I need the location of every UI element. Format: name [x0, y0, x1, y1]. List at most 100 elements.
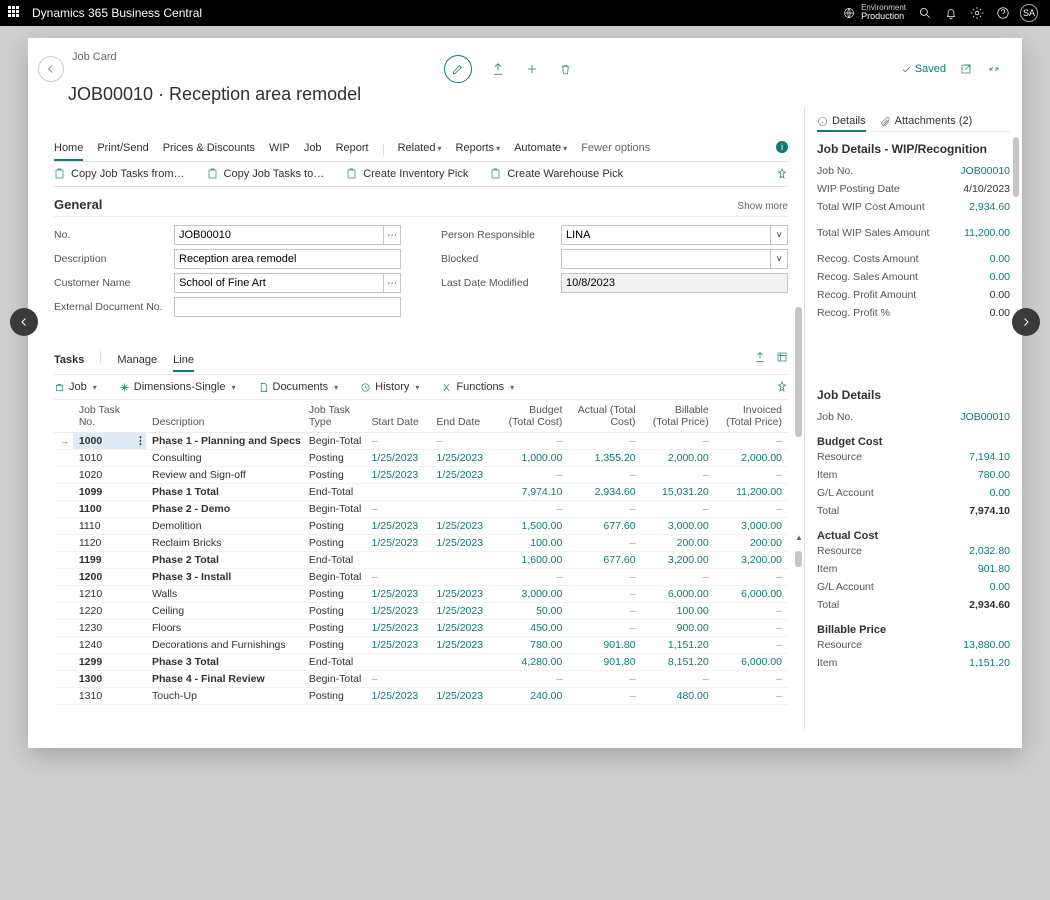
kv-row[interactable]: G/L Account0.00: [817, 484, 1010, 502]
col-header[interactable]: Start Date: [366, 400, 431, 433]
table-row[interactable]: 1100Phase 2 - DemoBegin-Total–––––: [54, 501, 788, 518]
tab-automate[interactable]: Automate▾: [514, 139, 567, 159]
col-header[interactable]: Job Task Type: [303, 400, 366, 433]
edit-button[interactable]: [444, 55, 472, 83]
kv-row[interactable]: Item901.80: [817, 560, 1010, 578]
action-create-warehouse-pick[interactable]: Create Warehouse Pick: [490, 168, 623, 180]
kv-row[interactable]: Recog. Sales Amount0.00: [817, 268, 1010, 286]
environment-badge[interactable]: EnvironmentProduction: [843, 4, 906, 22]
tab-related[interactable]: Related▾: [398, 139, 442, 159]
col-header[interactable]: End Date: [430, 400, 495, 433]
table-row[interactable]: 1299Phase 3 TotalEnd-Total4,280.00901.80…: [54, 654, 788, 671]
open-new-window-icon[interactable]: [958, 61, 974, 77]
tab-wip[interactable]: WIP: [269, 139, 290, 159]
collapse-icon[interactable]: [986, 61, 1002, 77]
info-badge[interactable]: i: [776, 141, 788, 153]
tab-print-send[interactable]: Print/Send: [97, 139, 148, 159]
table-row[interactable]: 1210WallsPosting1/25/20231/25/20233,000.…: [54, 586, 788, 603]
col-header[interactable]: Job Task No.: [73, 400, 129, 433]
app-launcher-icon[interactable]: [8, 6, 22, 20]
tab-prices-discounts[interactable]: Prices & Discounts: [163, 139, 255, 159]
grid-scrollbar[interactable]: ▲▼: [795, 543, 802, 729]
tasks-grid[interactable]: Job Task No. DescriptionJob Task TypeStar…: [54, 400, 788, 705]
pin-icon[interactable]: [776, 168, 788, 183]
no-lookup-button[interactable]: ⋯: [384, 225, 401, 245]
customer-lookup-button[interactable]: ⋯: [384, 273, 401, 293]
user-avatar[interactable]: SA: [1016, 0, 1042, 26]
help-icon[interactable]: [990, 0, 1016, 26]
tool-history[interactable]: History▾: [360, 381, 419, 393]
kv-row[interactable]: Resource2,032.80: [817, 542, 1010, 560]
kv-row[interactable]: Resource7,194.10: [817, 448, 1010, 466]
table-row[interactable]: 1310Touch-UpPosting1/25/20231/25/2023240…: [54, 688, 788, 705]
details-tab[interactable]: Details: [817, 115, 866, 132]
share-lines-icon[interactable]: [754, 351, 766, 366]
col-header[interactable]: Budget (Total Cost): [495, 400, 568, 433]
line-tab[interactable]: Line: [173, 354, 194, 372]
kv-row[interactable]: Item780.00: [817, 466, 1010, 484]
next-record-button[interactable]: [1012, 308, 1040, 336]
delete-icon[interactable]: [558, 61, 574, 77]
general-section-header[interactable]: General Show more: [54, 187, 788, 217]
attachments-tab[interactable]: Attachments (2): [880, 115, 973, 127]
person-dropdown-button[interactable]: ˅: [771, 225, 788, 245]
jobno-link[interactable]: JOB00010: [960, 411, 1010, 423]
kv-row[interactable]: Item1,151.20: [817, 654, 1010, 672]
prev-record-button[interactable]: [10, 308, 38, 336]
tab-report[interactable]: Report: [336, 139, 369, 159]
col-header[interactable]: Description: [146, 400, 303, 433]
table-row[interactable]: 1199Phase 2 TotalEnd-Total1,600.00677.60…: [54, 552, 788, 569]
share-icon[interactable]: [490, 61, 506, 77]
notifications-icon[interactable]: [938, 0, 964, 26]
table-row[interactable]: 1220CeilingPosting1/25/20231/25/202350.0…: [54, 603, 788, 620]
tool-job[interactable]: Job▾: [54, 381, 97, 393]
settings-icon[interactable]: [964, 0, 990, 26]
action-copy-job-tasks-from[interactable]: Copy Job Tasks from…: [54, 168, 185, 180]
kv-row[interactable]: Total WIP Sales Amount11,200.00: [817, 224, 1010, 242]
blocked-input[interactable]: [561, 249, 771, 269]
show-more-link[interactable]: Show more: [737, 201, 788, 212]
table-row[interactable]: 1000⋮Phase 1 - Planning and SpecsBegin-T…: [54, 433, 788, 450]
kv-row[interactable]: Recog. Costs Amount0.00: [817, 250, 1010, 268]
new-icon[interactable]: [524, 61, 540, 77]
table-row[interactable]: 1300Phase 4 - Final ReviewBegin-Total–––…: [54, 671, 788, 688]
customer-input[interactable]: [174, 273, 384, 293]
col-header[interactable]: Actual (Total Cost): [568, 400, 641, 433]
no-input[interactable]: [174, 225, 384, 245]
back-button[interactable]: [38, 56, 64, 82]
table-row[interactable]: 1120Reclaim BricksPosting1/25/20231/25/2…: [54, 535, 788, 552]
tool-functions[interactable]: Functions▾: [441, 381, 514, 393]
tab-job[interactable]: Job: [304, 139, 322, 159]
table-row[interactable]: 1010ConsultingPosting1/25/20231/25/20231…: [54, 450, 788, 467]
extdoc-input[interactable]: [174, 297, 401, 317]
kv-row[interactable]: Total WIP Cost Amount2,934.60: [817, 198, 1010, 216]
table-row[interactable]: 1200Phase 3 - InstallBegin-Total–––––: [54, 569, 788, 586]
tool-documents[interactable]: Documents▾: [258, 381, 339, 393]
tab-reports[interactable]: Reports▾: [456, 139, 501, 159]
maximize-lines-icon[interactable]: [776, 351, 788, 366]
col-header[interactable]: Billable (Total Price): [642, 400, 715, 433]
manage-tab[interactable]: Manage: [117, 354, 157, 370]
table-row[interactable]: 1110DemolitionPosting1/25/20231/25/20231…: [54, 518, 788, 535]
search-icon[interactable]: [912, 0, 938, 26]
action-copy-job-tasks-to[interactable]: Copy Job Tasks to…: [207, 168, 325, 180]
action-create-inventory-pick[interactable]: Create Inventory Pick: [346, 168, 468, 180]
kv-row[interactable]: Job No.JOB00010: [817, 162, 1010, 180]
tool-dimensions-single[interactable]: Dimensions-Single▾: [119, 381, 236, 393]
table-row[interactable]: 1099Phase 1 TotalEnd-Total7,974.102,934.…: [54, 484, 788, 501]
blocked-dropdown-button[interactable]: ˅: [771, 249, 788, 269]
tab-home[interactable]: Home: [54, 139, 83, 161]
kv-row[interactable]: Resource13,880.00: [817, 636, 1010, 654]
table-row[interactable]: 1020Review and Sign-offPosting1/25/20231…: [54, 467, 788, 484]
fewer-options-link[interactable]: Fewer options: [581, 139, 650, 159]
main-scrollbar[interactable]: [795, 307, 802, 487]
app-topbar: Dynamics 365 Business Central Environmen…: [0, 0, 1050, 26]
person-input[interactable]: [561, 225, 771, 245]
factbox-scrollbar[interactable]: [1013, 137, 1019, 197]
lines-pin-icon[interactable]: [776, 381, 788, 396]
kv-row[interactable]: G/L Account0.00: [817, 578, 1010, 596]
table-row[interactable]: 1230FloorsPosting1/25/20231/25/2023450.0…: [54, 620, 788, 637]
table-row[interactable]: 1240Decorations and FurnishingsPosting1/…: [54, 637, 788, 654]
description-input[interactable]: [174, 249, 401, 269]
col-header[interactable]: Invoiced (Total Price): [715, 400, 788, 433]
